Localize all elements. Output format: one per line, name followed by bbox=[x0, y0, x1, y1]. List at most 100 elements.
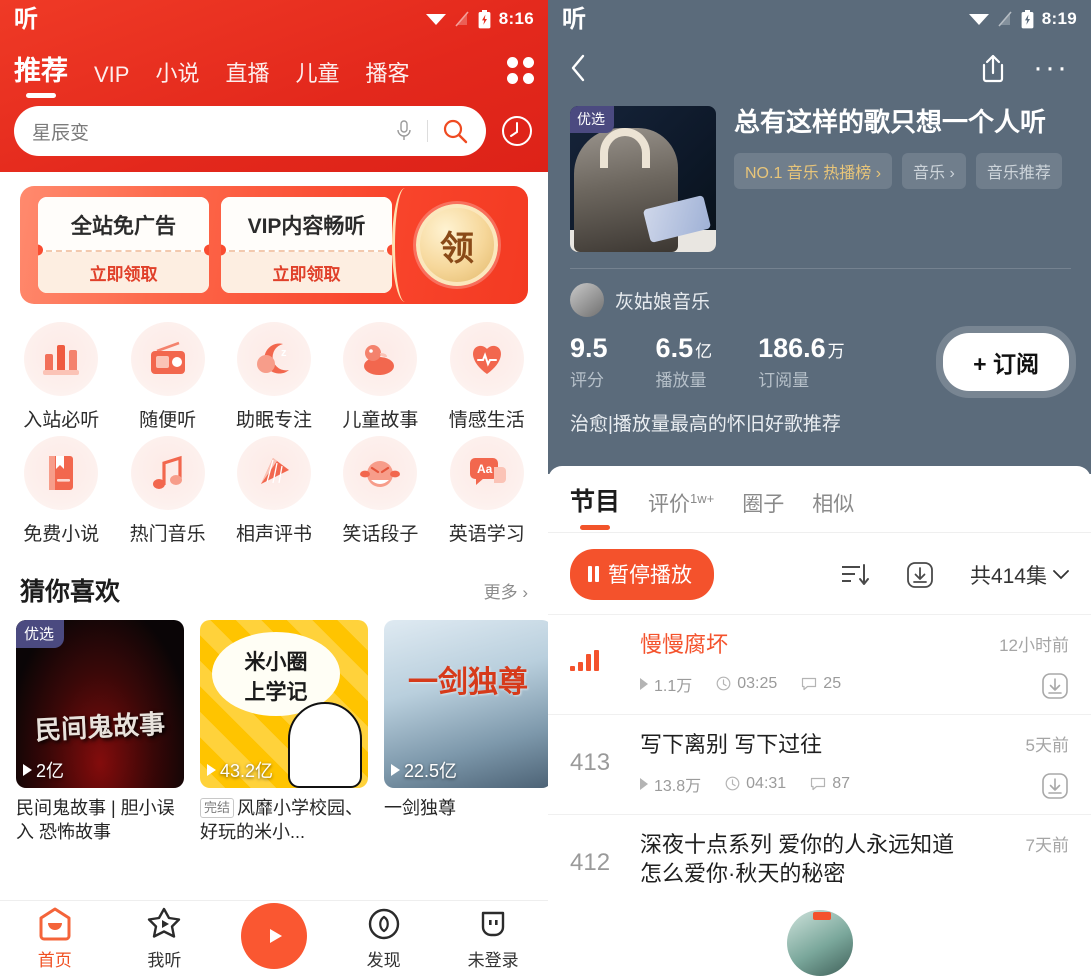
category-item-xiangsheng[interactable]: 相声评书 bbox=[221, 436, 327, 546]
coupon-dash bbox=[46, 249, 201, 252]
signal-off-icon bbox=[998, 11, 1012, 27]
vip-promo-banner[interactable]: 全站免广告 立即领取 VIP内容畅听 立即领取 领 bbox=[20, 186, 528, 304]
tab-label: 推荐 bbox=[14, 56, 68, 86]
episode-plays: 13.8万 bbox=[640, 772, 701, 796]
coupon-action[interactable]: 立即领取 bbox=[273, 260, 341, 285]
tab-programs[interactable]: 节目 bbox=[570, 482, 620, 532]
episode-row[interactable]: 412 深夜十点系列 爱你的人永远知道怎么爱你·秋天的秘密 7天前 bbox=[548, 814, 1091, 902]
back-chevron-icon[interactable] bbox=[570, 54, 586, 82]
rank-tag[interactable]: NO.1 音乐 热播榜 › bbox=[734, 153, 893, 190]
category-label: 儿童故事 bbox=[342, 410, 419, 431]
tab-children[interactable]: 儿童 bbox=[296, 56, 340, 100]
tab-label: 节目 bbox=[570, 488, 621, 516]
tab-recommend[interactable]: 推荐 bbox=[14, 49, 68, 100]
nav-item-discover[interactable]: 发现 bbox=[329, 906, 439, 971]
coupon-card-vip[interactable]: VIP内容畅听 立即领取 bbox=[221, 197, 392, 293]
subscribe-button[interactable]: + 订阅 bbox=[943, 333, 1069, 391]
mini-player-badge bbox=[813, 912, 831, 920]
guess-card-list: 优选 2亿 民间鬼故事 | 胆小误入 恐怖故事 米小圈上学记 43.2亿 bbox=[0, 620, 548, 845]
episode-download-button[interactable] bbox=[973, 772, 1069, 800]
share-icon[interactable] bbox=[979, 53, 1007, 83]
tab-novel[interactable]: 小说 bbox=[155, 56, 199, 100]
guess-card[interactable]: 22.5亿 一剑独尊 bbox=[384, 620, 548, 845]
nav-item-account[interactable]: 未登录 bbox=[438, 906, 548, 971]
category-item-zhumian[interactable]: z 助眠专注 bbox=[221, 322, 327, 432]
play-triangle-icon bbox=[207, 764, 216, 776]
episode-download-button[interactable] bbox=[973, 672, 1069, 700]
nav-item-my-listening[interactable]: 我听 bbox=[110, 906, 220, 971]
episode-count-selector[interactable]: 共414集 bbox=[970, 560, 1069, 590]
laughing-face-icon bbox=[343, 436, 418, 510]
status-time: 8:19 bbox=[1041, 9, 1077, 28]
category-item-ertonggushi[interactable]: 儿童故事 bbox=[327, 322, 433, 432]
nav-item-home[interactable]: 首页 bbox=[0, 906, 110, 971]
more-dots-icon[interactable]: ··· bbox=[1033, 53, 1069, 83]
claim-coin-button[interactable]: 领 bbox=[416, 204, 498, 286]
download-icon[interactable] bbox=[906, 561, 934, 589]
category-item-xiaohua[interactable]: 笑话段子 bbox=[327, 436, 433, 546]
category-item-qinggan[interactable]: 情感生活 bbox=[434, 322, 540, 432]
coupon-card-adfree[interactable]: 全站免广告 立即领取 bbox=[38, 197, 209, 293]
play-button-icon[interactable] bbox=[240, 902, 307, 969]
category-item-yingyu[interactable]: Aa 英语学习 bbox=[434, 436, 540, 546]
category-item-mianfeixiaoshuo[interactable]: 免费小说 bbox=[8, 436, 114, 546]
comment-icon bbox=[802, 677, 817, 690]
play-count: 22.5亿 bbox=[391, 757, 457, 783]
guess-card[interactable]: 优选 2亿 民间鬼故事 | 胆小误入 恐怖故事 bbox=[16, 620, 184, 845]
nav-label: 未登录 bbox=[467, 951, 519, 970]
category-item-ruzhanbiting[interactable]: 入站必听 bbox=[8, 322, 114, 432]
album-cover-image[interactable]: 优选 bbox=[570, 106, 716, 252]
microphone-icon[interactable] bbox=[395, 119, 413, 143]
tab-count-badge: 1w+ bbox=[690, 491, 715, 506]
nav-label: 发现 bbox=[366, 951, 401, 970]
music-note-icon bbox=[130, 436, 205, 510]
tab-similar[interactable]: 相似 bbox=[812, 488, 854, 532]
album-nav-bar: ··· bbox=[548, 38, 1091, 98]
heart-pulse-icon bbox=[449, 322, 524, 396]
nav-item-play[interactable] bbox=[219, 902, 329, 969]
tab-reviews[interactable]: 评价1w+ bbox=[648, 488, 714, 532]
guess-card[interactable]: 米小圈 上学记 43.2亿 完结 风靡小学校园、好玩的米小... bbox=[200, 620, 368, 845]
right-phone-album-detail: 听 8:19 ··· 优选 总有这样的歌只想一个人听 NO.1 音乐 热播榜 ›… bbox=[548, 0, 1091, 976]
category-label: 笑话段子 bbox=[342, 524, 419, 545]
category-item-remenyinyue[interactable]: 热门音乐 bbox=[114, 436, 220, 546]
search-input[interactable]: 星辰变 bbox=[14, 106, 486, 156]
stat-unit: 万 bbox=[827, 342, 845, 361]
aa-bubble-icon: Aa bbox=[449, 436, 524, 510]
category-tab-bar: 推荐 VIP 小说 直播 儿童 播客 bbox=[0, 38, 548, 100]
episode-timestamp: 5天前 bbox=[1025, 736, 1069, 755]
grid-menu-icon[interactable] bbox=[507, 57, 534, 100]
play-triangle-icon bbox=[640, 777, 648, 790]
category-label: 入站必听 bbox=[23, 410, 100, 431]
claim-area[interactable]: 领 bbox=[392, 188, 516, 302]
bottom-navigation-bar: 首页 我听 发现 未登录 bbox=[0, 900, 548, 976]
tab-circle[interactable]: 圈子 bbox=[742, 488, 784, 532]
album-author[interactable]: 灰姑娘音乐 bbox=[548, 269, 1091, 317]
coupon-action[interactable]: 立即领取 bbox=[90, 260, 158, 285]
card-cover-image: 米小圈 上学记 43.2亿 bbox=[200, 620, 368, 788]
play-triangle-icon bbox=[391, 764, 400, 776]
history-clock-icon[interactable] bbox=[500, 114, 534, 148]
play-count: 43.2亿 bbox=[207, 757, 273, 783]
category-tag-music-recommend[interactable]: 音乐推荐 bbox=[975, 153, 1062, 190]
stat-unit: 亿 bbox=[695, 342, 713, 361]
category-tag-music[interactable]: 音乐 › bbox=[902, 153, 966, 190]
tab-podcast[interactable]: 播客 bbox=[366, 56, 410, 100]
nav-label: 首页 bbox=[37, 951, 72, 970]
category-item-suibianting[interactable]: 随便听 bbox=[114, 322, 220, 432]
mini-player-icon[interactable] bbox=[787, 910, 853, 976]
tab-vip[interactable]: VIP bbox=[94, 62, 129, 100]
episode-row[interactable]: 413 写下离别 写下过往 13.8万 04:31 87 5天前 bbox=[548, 714, 1091, 814]
episode-row[interactable]: 慢慢腐坏 1.1万 03:25 25 12小时前 bbox=[548, 614, 1091, 714]
pause-play-button[interactable]: 暂停播放 bbox=[570, 549, 714, 600]
wifi-icon bbox=[425, 14, 446, 25]
bar-chart-icon bbox=[24, 322, 99, 396]
more-link[interactable]: 更多 › bbox=[484, 578, 528, 603]
tab-active-underline bbox=[580, 525, 610, 530]
tab-live[interactable]: 直播 bbox=[225, 56, 269, 100]
search-icon[interactable] bbox=[442, 118, 468, 144]
signal-off-icon bbox=[455, 11, 469, 27]
wifi-icon bbox=[968, 14, 989, 25]
card-title: 完结 风靡小学校园、好玩的米小... bbox=[200, 796, 368, 845]
sort-descending-icon[interactable] bbox=[840, 562, 870, 588]
